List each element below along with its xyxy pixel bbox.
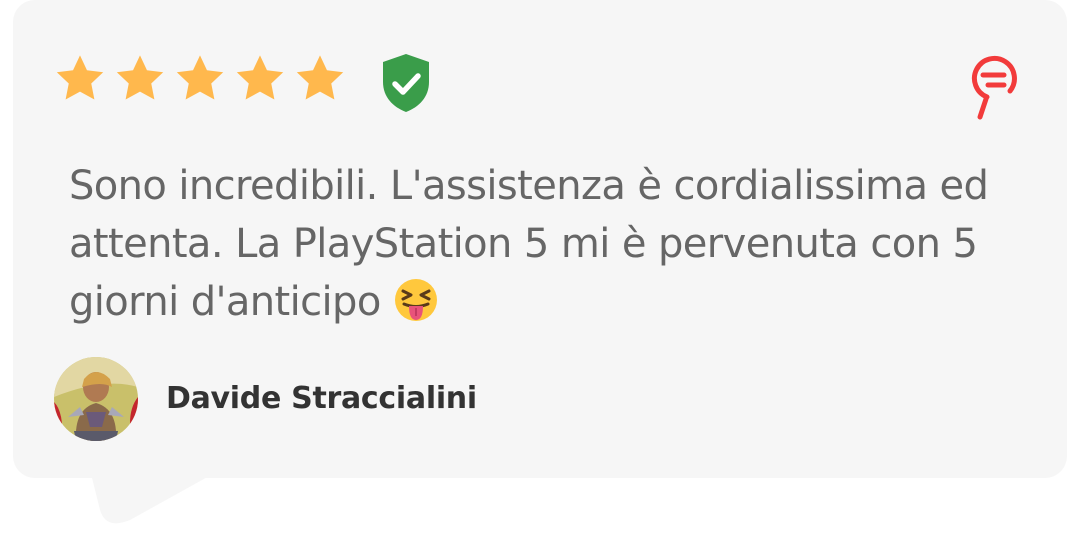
star-icon [176,55,224,100]
brand-logo-icon[interactable] [966,55,1022,121]
star-icon [236,55,284,100]
speech-bubble-tail [90,470,220,524]
star-icon [116,55,164,100]
review-text: Sono incredibili. L'assistenza è cordial… [69,163,989,325]
verified-shield-check-icon [383,54,429,112]
review-widget: Sono incredibili. L'assistenza è cordial… [0,0,1080,540]
squinting-face-with-tongue-icon [394,279,437,321]
star-icon [56,55,104,100]
author-name: Davide Straccialini [166,381,477,416]
user-avatar-icon [54,357,138,441]
star-rating [52,52,348,106]
avatar [54,357,138,441]
review-text-block: Sono incredibili. L'assistenza è cordial… [69,157,999,331]
star-icon [296,55,344,100]
